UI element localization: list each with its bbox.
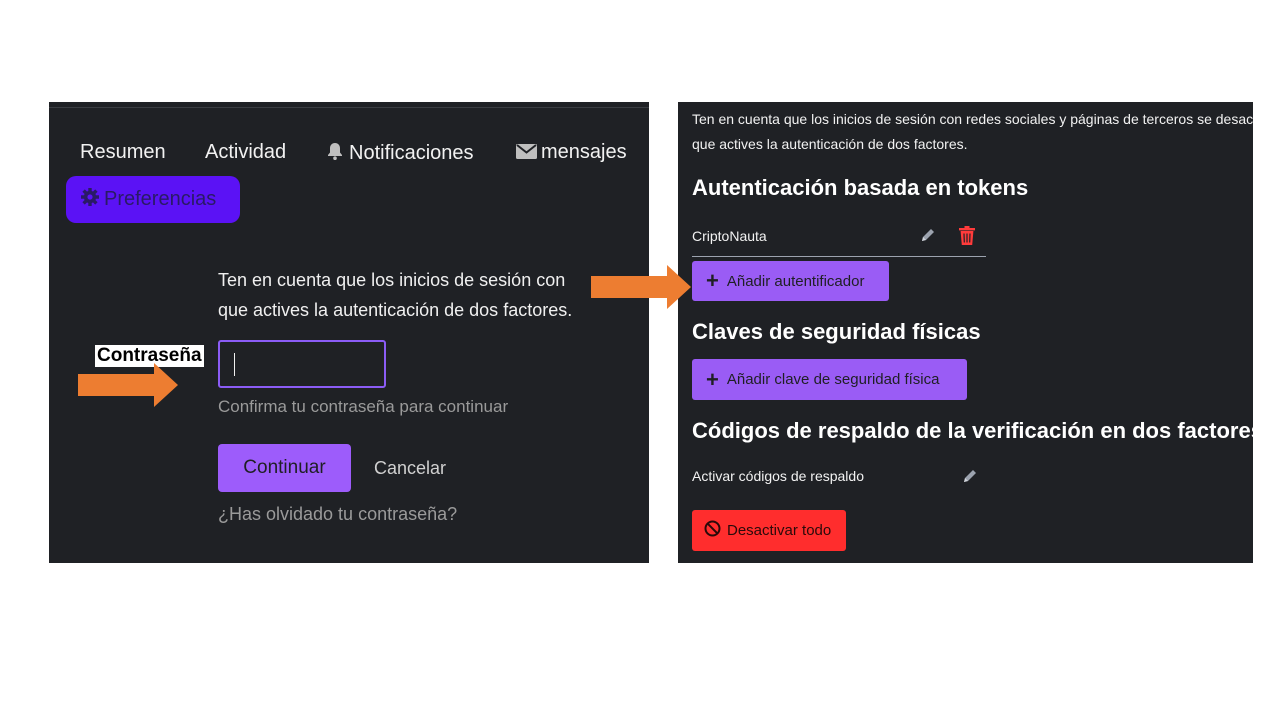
pencil-icon[interactable]	[962, 468, 978, 489]
arrow-right-icon	[78, 363, 178, 412]
backup-codes-heading: Códigos de respaldo de la verificación e…	[692, 418, 1253, 443]
button-label: Desactivar todo	[727, 522, 832, 539]
add-authenticator-button[interactable]: + Añadir autentificador	[692, 261, 889, 301]
notice-line-2: que actives la autenticación de dos fact…	[692, 136, 968, 152]
add-physical-key-button[interactable]: + Añadir clave de seguridad física	[692, 359, 967, 400]
nav-label: Preferencias	[104, 188, 217, 210]
notice-line-1: Ten en cuenta que los inicios de sesión …	[218, 270, 566, 290]
ban-icon	[704, 520, 727, 541]
token-divider	[692, 256, 986, 257]
bell-icon	[325, 142, 349, 164]
tokens-heading: Autenticación basada en tokens	[692, 175, 1029, 200]
password-confirm-panel: Resumen Actividad Notificaciones mensaje…	[49, 102, 649, 563]
token-name: CriptoNauta	[692, 228, 767, 244]
password-hint: Confirma tu contraseña para continuar	[218, 397, 509, 416]
nav-resumen[interactable]: Resumen	[80, 141, 166, 164]
nav-label: Notificaciones	[349, 142, 474, 164]
deactivate-all-button[interactable]: Desactivar todo	[692, 510, 846, 551]
notice-line-1: Ten en cuenta que los inicios de sesión …	[692, 111, 1253, 127]
arrow-right-icon	[591, 265, 691, 314]
plus-icon: +	[706, 268, 719, 293]
pencil-icon[interactable]	[920, 227, 936, 248]
nav-actividad[interactable]: Actividad	[205, 141, 286, 164]
gear-icon	[80, 187, 104, 213]
activate-backup-codes: Activar códigos de respaldo	[692, 468, 864, 484]
physical-keys-heading: Claves de seguridad físicas	[692, 319, 981, 344]
cancel-button[interactable]: Cancelar	[374, 458, 446, 479]
two-factor-settings-panel: Ten en cuenta que los inicios de sesión …	[678, 102, 1253, 563]
continue-button[interactable]: Continuar	[218, 444, 351, 492]
mail-icon	[516, 141, 541, 163]
plus-icon: +	[706, 366, 719, 392]
nav-notificaciones[interactable]: Notificaciones	[325, 141, 474, 165]
notice-line-2: que actives la autenticación de dos fact…	[218, 300, 573, 320]
forgot-password-link[interactable]: ¿Has olvidado tu contraseña?	[218, 504, 457, 525]
trash-icon[interactable]	[959, 226, 975, 250]
nav-preferencias[interactable]: Preferencias	[66, 176, 240, 223]
button-label: Añadir clave de seguridad física	[726, 371, 940, 388]
password-input[interactable]	[218, 340, 386, 388]
button-label: Añadir autentificador	[726, 272, 865, 290]
divider	[49, 107, 649, 108]
nav-mensajes[interactable]: mensajes	[516, 141, 627, 164]
text-caret	[234, 353, 235, 376]
nav-label: mensajes	[541, 141, 627, 163]
